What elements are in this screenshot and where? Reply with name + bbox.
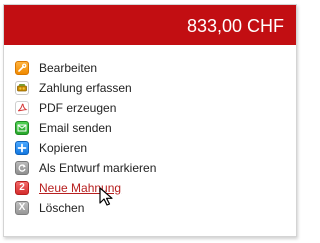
- menu-item-label: Kopieren: [39, 141, 88, 155]
- pdf-icon: [15, 101, 29, 115]
- reminder-icon: 2: [15, 181, 29, 195]
- actions-menu: Bearbeiten Zahlung erfassen PDF erzeugen: [15, 58, 156, 218]
- menu-item-neue-mahnung[interactable]: 2 Neue Mahnung: [15, 178, 156, 198]
- payment-icon: [15, 81, 29, 95]
- menu-item-email-senden[interactable]: Email senden: [15, 118, 156, 138]
- menu-item-label: PDF erzeugen: [39, 101, 117, 115]
- amount-header: 833,00 CHF: [4, 5, 296, 45]
- menu-item-kopieren[interactable]: Kopieren: [15, 138, 156, 158]
- menu-item-label: Löschen: [39, 201, 85, 215]
- menu-item-loeschen[interactable]: X Löschen: [15, 198, 156, 218]
- invoice-amount: 833,00 CHF: [186, 16, 284, 36]
- menu-item-als-entwurf-markieren[interactable]: Als Entwurf markieren: [15, 158, 156, 178]
- reminder-icon-number: 2: [19, 182, 25, 193]
- menu-item-bearbeiten[interactable]: Bearbeiten: [15, 58, 156, 78]
- email-icon: [15, 121, 29, 135]
- draft-icon: [15, 161, 29, 175]
- menu-item-pdf-erzeugen[interactable]: PDF erzeugen: [15, 98, 156, 118]
- menu-item-label: Neue Mahnung: [39, 181, 122, 195]
- menu-item-label: Email senden: [39, 121, 112, 135]
- menu-item-label: Als Entwurf markieren: [39, 161, 157, 175]
- menu-item-zahlung-erfassen[interactable]: Zahlung erfassen: [15, 78, 156, 98]
- invoice-actions-panel: 833,00 CHF Bearbeiten Zahlung erfassen P…: [3, 4, 297, 237]
- delete-icon: X: [15, 201, 29, 215]
- menu-item-label: Bearbeiten: [39, 61, 98, 75]
- delete-icon-glyph: X: [18, 202, 26, 213]
- menu-item-label: Zahlung erfassen: [39, 81, 132, 95]
- edit-icon: [15, 61, 29, 75]
- copy-icon: [15, 141, 29, 155]
